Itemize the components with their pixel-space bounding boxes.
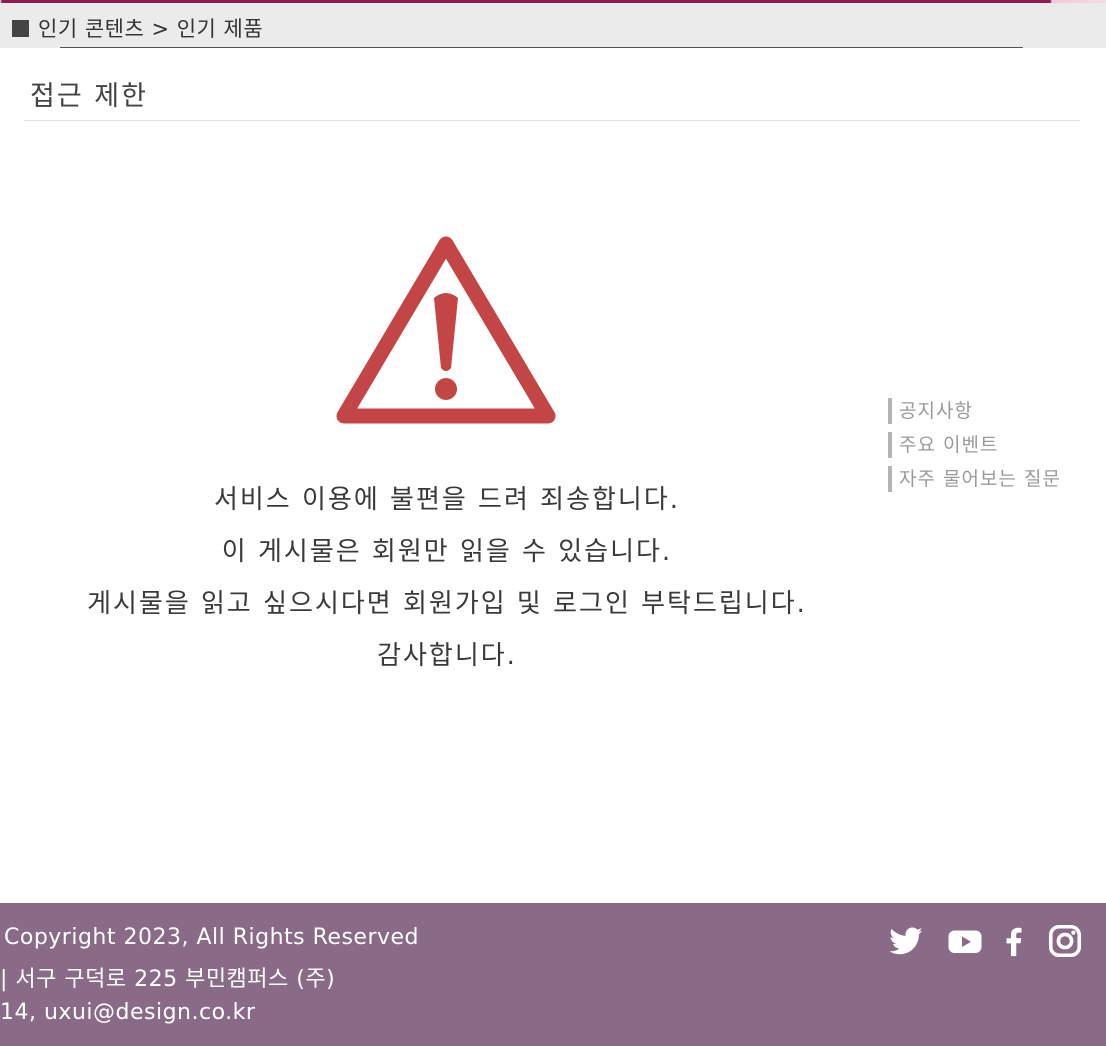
facebook-icon[interactable] (996, 923, 1032, 959)
side-quick-links: 공지사항 주요 이벤트 자주 물어보는 질문 (888, 398, 1061, 500)
breadcrumb-square-icon (12, 20, 29, 37)
breadcrumb: 인기 콘텐츠 > 인기 제품 (12, 13, 263, 43)
message-line-2: 이 게시물은 회원만 읽을 수 있습니다. (221, 537, 673, 567)
message-line-3: 게시물을 읽고 싶으시다면 회원가입 및 로그인 부탁드립니다. (87, 589, 807, 619)
title-divider (24, 120, 1080, 121)
side-link-notice[interactable]: 공지사항 (888, 398, 1061, 424)
message-line-4: 감사합니다. (377, 641, 517, 671)
footer-contact: 14, uxui@design.co.kr (0, 1000, 256, 1025)
side-link-faq[interactable]: 자주 물어보는 질문 (888, 466, 1061, 492)
breadcrumb-text: 인기 콘텐츠 > 인기 제품 (38, 17, 264, 41)
warning-triangle-icon (336, 236, 556, 424)
footer: Copyright 2023, All Rights Reserved | 서구… (0, 903, 1106, 1046)
instagram-icon[interactable] (1047, 923, 1083, 959)
footer-address: | 서구 구덕로 225 부민캠퍼스 (주) (0, 967, 336, 992)
side-link-events[interactable]: 주요 이벤트 (888, 432, 1061, 458)
message-line-1: 서비스 이용에 불편을 드려 죄송합니다. (213, 485, 681, 515)
page: 인기 콘텐츠 > 인기 제품 접근 제한 서비스 이용에 불편을 드려 죄송합니… (0, 0, 1106, 1046)
twitter-icon[interactable] (888, 923, 924, 959)
footer-copyright: Copyright 2023, All Rights Reserved (4, 925, 420, 950)
breadcrumb-underline (60, 47, 1023, 48)
breadcrumb-bar: 인기 콘텐츠 > 인기 제품 (0, 3, 1106, 48)
page-title: 접근 제한 (30, 81, 148, 112)
youtube-icon[interactable] (947, 923, 983, 959)
access-restricted-message: 서비스 이용에 불편을 드려 죄송합니다. 이 게시물은 회원만 읽을 수 있습… (24, 478, 870, 686)
